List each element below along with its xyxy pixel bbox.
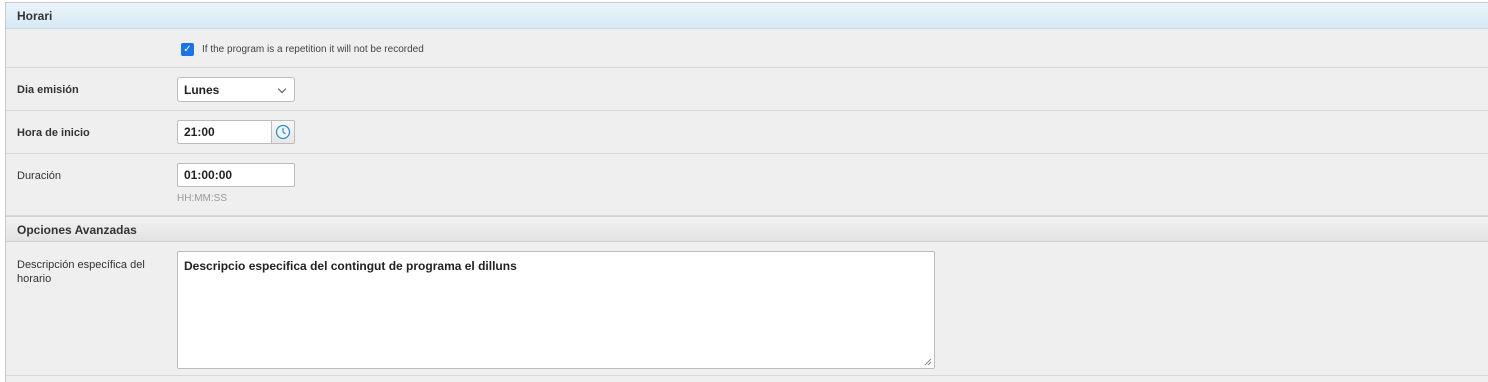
duracion-label: Duración [17,170,62,182]
descripcion-row: Descripción específica del horario Descr… [6,242,1488,376]
chevron-down-icon [277,84,287,94]
section-header-horari: Horari [6,3,1488,29]
dia-emision-label: Dia emisión [17,84,79,96]
hora-inicio-row: Hora de inicio 21:00 [6,111,1488,154]
clock-icon [275,124,291,140]
hora-inicio-input[interactable]: 21:00 [177,120,271,144]
repetition-checkbox[interactable]: ✓ [181,43,194,56]
time-picker-button[interactable] [271,120,295,144]
section-header-avanzadas: Opciones Avanzadas [6,216,1488,242]
descripcion-label: Descripción específica del horario [17,259,145,285]
section-title-horari: Horari [17,9,53,23]
descripcion-value: Descripcio especifica del contingut de p… [184,259,517,273]
duracion-value: 01:00:00 [184,168,233,182]
resize-grip-icon[interactable] [924,358,932,366]
hora-inicio-label: Hora de inicio [17,127,90,139]
dia-emision-row: Dia emisión Lunes [6,68,1488,111]
repetition-row: ✓ If the program is a repetition it will… [6,29,1488,68]
schedule-panel: Horari ✓ If the program is a repetition … [5,2,1488,382]
dia-emision-select[interactable]: Lunes [177,77,295,102]
duracion-row: Duración 01:00:00 HH:MM:SS [6,154,1488,216]
dia-emision-value: Lunes [184,83,220,97]
duracion-format-hint: HH:MM:SS [177,193,227,204]
checkmark-icon: ✓ [183,44,192,55]
repetition-label[interactable]: If the program is a repetition it will n… [202,44,424,55]
section-title-avanzadas: Opciones Avanzadas [17,223,137,237]
duracion-input[interactable]: 01:00:00 [177,163,295,187]
descripcion-textarea[interactable]: Descripcio especifica del contingut de p… [177,251,935,369]
hora-inicio-value: 21:00 [184,125,215,139]
